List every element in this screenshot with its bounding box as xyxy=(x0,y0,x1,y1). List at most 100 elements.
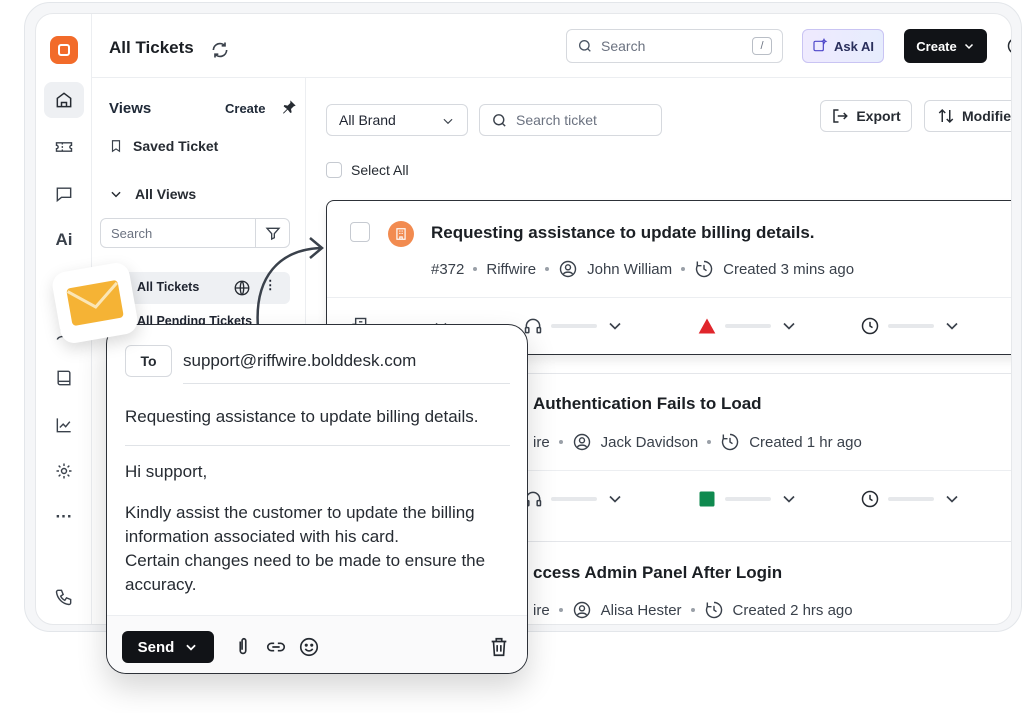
help-icon[interactable] xyxy=(1006,36,1012,56)
saved-ticket-link[interactable]: Saved Ticket xyxy=(109,138,218,154)
search-icon xyxy=(579,40,591,52)
select-all[interactable]: Select All xyxy=(326,162,409,178)
refresh-icon[interactable] xyxy=(210,40,230,60)
separator-dot xyxy=(558,440,563,444)
email-body-line: accuracy. xyxy=(125,575,197,594)
export-label: Export xyxy=(856,108,901,124)
ticket-agent: Jack Davidson xyxy=(600,433,699,451)
ask-ai-button[interactable]: Ask AI xyxy=(802,29,884,63)
create-button[interactable]: Create xyxy=(904,29,987,63)
chevron-down-icon xyxy=(186,644,197,651)
ticket-title[interactable]: ccess Admin Panel After Login xyxy=(533,563,782,583)
search-placeholder: Search xyxy=(601,38,646,54)
clock-icon xyxy=(696,260,713,278)
user-icon xyxy=(559,260,577,278)
attachment-icon[interactable] xyxy=(232,636,254,658)
chevron-down-icon xyxy=(964,43,973,50)
home-icon[interactable] xyxy=(44,82,84,118)
sla-dropdown[interactable] xyxy=(860,316,962,336)
sort-modified-button[interactable]: Modified xyxy=(924,100,1011,132)
email-greeting[interactable]: Hi support, xyxy=(125,460,520,484)
ticket-brand: ire xyxy=(533,601,550,619)
to-button[interactable]: To xyxy=(125,345,172,377)
app-logo[interactable] xyxy=(50,36,78,64)
separator-dot xyxy=(473,267,478,271)
agent-dropdown[interactable] xyxy=(523,316,625,336)
reports-icon[interactable] xyxy=(44,407,84,443)
ai-icon[interactable]: Ai xyxy=(44,222,84,258)
saved-ticket-label: Saved Ticket xyxy=(133,138,219,154)
email-body-line: Kindly assist the customer to update the… xyxy=(125,503,475,522)
ticket-agent: John William xyxy=(587,260,673,278)
chat-icon[interactable] xyxy=(44,176,84,212)
select-all-label: Select All xyxy=(351,162,409,178)
to-address[interactable]: support@riffwire.bolddesk.com xyxy=(183,351,416,371)
headset-icon xyxy=(524,318,542,334)
ticket-checkbox[interactable] xyxy=(350,222,370,242)
priority-dropdown[interactable] xyxy=(697,316,799,336)
pin-icon[interactable] xyxy=(281,99,297,115)
more-icon[interactable]: ··· xyxy=(44,499,84,535)
emoji-icon[interactable] xyxy=(298,636,320,658)
knowledge-base-icon[interactable] xyxy=(44,360,84,396)
ticket-meta: ire Jack Davidson Created 1 hr ago xyxy=(533,432,862,452)
clock-icon xyxy=(722,433,739,451)
mail-badge xyxy=(50,260,140,346)
ticket-created: Created 2 hrs ago xyxy=(732,601,853,619)
send-button[interactable]: Send xyxy=(122,631,214,663)
all-views-toggle[interactable]: All Views xyxy=(109,186,196,202)
ticket-title[interactable]: Requesting assistance to update billing … xyxy=(431,223,815,243)
views-title: Views xyxy=(109,100,152,117)
email-body[interactable]: Kindly assist the customer to update the… xyxy=(125,501,520,597)
ticket-id: #372 xyxy=(431,260,465,278)
ticket-title[interactable]: Authentication Fails to Load xyxy=(533,394,762,414)
user-icon xyxy=(573,601,590,619)
compose-toolbar: Send xyxy=(107,615,527,673)
phone-icon[interactable] xyxy=(44,579,84,615)
page-title: All Tickets xyxy=(109,38,194,57)
ticket-search-placeholder: Search ticket xyxy=(516,112,597,128)
settings-icon[interactable] xyxy=(44,453,84,489)
priority-high-icon xyxy=(698,318,716,334)
bookmark-icon xyxy=(111,140,121,153)
email-subject[interactable]: Requesting assistance to update billing … xyxy=(125,407,478,427)
separator-dot xyxy=(707,440,712,444)
global-search-input[interactable]: Search / xyxy=(566,29,783,63)
priority-dropdown[interactable] xyxy=(697,489,799,509)
ask-ai-label: Ask AI xyxy=(834,38,874,54)
ticket-brand: ire xyxy=(533,433,550,451)
trash-icon[interactable] xyxy=(488,636,510,658)
chevron-down-icon xyxy=(609,322,621,330)
link-icon[interactable] xyxy=(265,636,287,658)
views-create-link[interactable]: Create xyxy=(225,101,265,116)
globe-icon xyxy=(234,280,250,296)
building-icon xyxy=(388,221,414,247)
ticket-icon[interactable] xyxy=(44,129,84,165)
agent-dropdown[interactable] xyxy=(523,489,625,509)
views-search-placeholder: Search xyxy=(111,226,153,241)
divider xyxy=(125,445,510,446)
all-views-label: All Views xyxy=(135,186,197,202)
ticket-search-input[interactable]: Search ticket xyxy=(479,104,662,136)
select-all-checkbox[interactable] xyxy=(326,162,342,178)
export-button[interactable]: Export xyxy=(820,100,912,132)
sort-icon xyxy=(938,108,954,124)
separator-dot xyxy=(690,608,695,612)
chevron-down-icon xyxy=(609,495,621,503)
placeholder-line xyxy=(888,324,934,328)
chevron-down-icon xyxy=(783,322,795,330)
ticket-agent: Alisa Hester xyxy=(600,601,682,619)
chevron-down-icon xyxy=(111,191,121,198)
brand-select[interactable]: All Brand xyxy=(326,104,468,136)
ticket-created: Created 3 mins ago xyxy=(723,260,855,278)
search-icon xyxy=(493,113,506,127)
chevron-down-icon xyxy=(443,118,453,125)
clock-icon xyxy=(861,317,879,335)
curved-arrow-icon xyxy=(256,237,324,329)
user-icon xyxy=(573,433,590,451)
create-label: Create xyxy=(916,38,957,54)
export-icon xyxy=(833,109,849,123)
send-label: Send xyxy=(137,638,175,656)
sla-dropdown[interactable] xyxy=(860,489,962,509)
brand-select-value: All Brand xyxy=(339,112,396,128)
